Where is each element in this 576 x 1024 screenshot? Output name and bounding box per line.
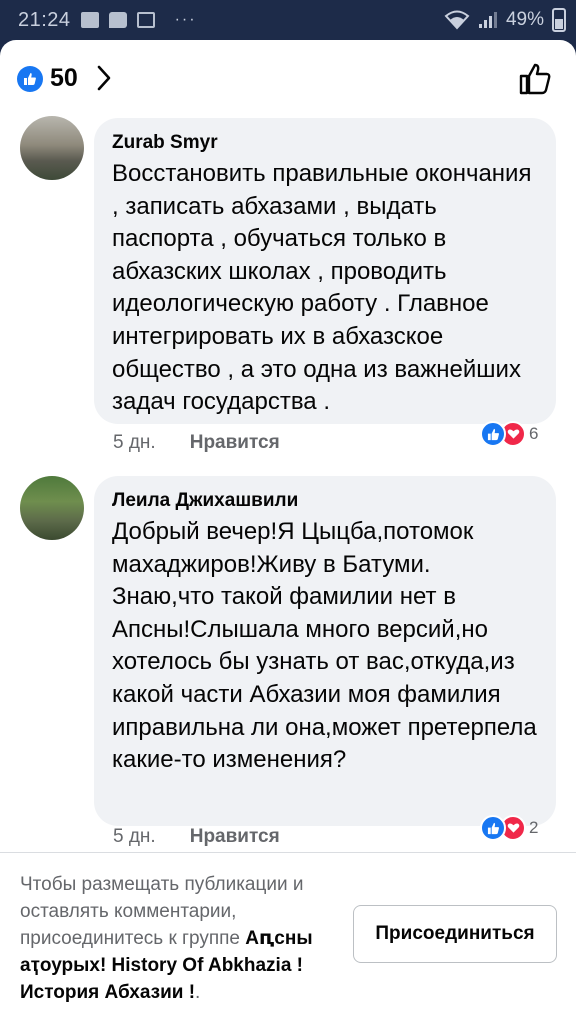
- reaction-count: 6: [529, 424, 539, 443]
- comments-sheet: 50 Zurab Smyr Восстановить правильные ок…: [0, 40, 576, 1024]
- status-time: 21:24: [18, 8, 71, 31]
- comment-reactions[interactable]: 2: [480, 815, 538, 841]
- reactions-header[interactable]: 50: [0, 40, 576, 118]
- like-comment-button[interactable]: Нравится: [190, 826, 280, 848]
- reaction-count: 2: [529, 818, 539, 837]
- message-notification-icon: [108, 12, 127, 28]
- like-count[interactable]: 50: [50, 64, 78, 93]
- comment-bubble[interactable]: Zurab Smyr Восстановить правильные оконч…: [94, 118, 556, 424]
- avatar[interactable]: [20, 476, 84, 540]
- join-prompt-suffix: .: [195, 982, 201, 1003]
- comment-text: Добрый вечер!Я Цыцба,потомок махаджиров!…: [112, 518, 537, 774]
- chevron-right-icon[interactable]: [96, 64, 112, 92]
- comment-actions: 5 дн. Нравится: [113, 432, 280, 454]
- status-bar: 21:24 ··· 49%: [0, 0, 576, 40]
- comment-reactions[interactable]: 6: [480, 421, 538, 447]
- wifi-icon: [444, 10, 470, 30]
- join-prompt: Чтобы размещать публикации и оставлять к…: [20, 871, 340, 1006]
- like-reaction-icon: [480, 815, 506, 841]
- thumbs-up-outline-icon[interactable]: [518, 62, 552, 96]
- battery-percent: 49%: [505, 9, 544, 30]
- like-icon: [17, 66, 43, 92]
- signal-icon: [478, 12, 497, 28]
- comment-actions: 5 дн. Нравится: [113, 826, 280, 848]
- comment-time[interactable]: 5 дн.: [113, 432, 156, 454]
- comment-author[interactable]: Леила Джихашвили: [112, 490, 538, 512]
- join-group-button[interactable]: Присоединиться: [353, 905, 557, 963]
- like-comment-button[interactable]: Нравится: [190, 432, 280, 454]
- comment-bubble[interactable]: Леила Джихашвили Добрый вечер!Я Цыцба,по…: [94, 476, 556, 826]
- comment-time[interactable]: 5 дн.: [113, 826, 156, 848]
- facebook-notification-icon: [80, 12, 99, 28]
- more-notifications-icon: ···: [174, 11, 197, 28]
- comment-text: Восстановить правильные окончания , запи…: [112, 160, 532, 416]
- comment-author[interactable]: Zurab Smyr: [112, 132, 538, 154]
- battery-icon: [552, 8, 566, 32]
- gallery-notification-icon: [136, 12, 155, 28]
- like-reaction-icon: [480, 421, 506, 447]
- avatar[interactable]: [20, 116, 84, 180]
- join-group-bar: Чтобы размещать публикации и оставлять к…: [0, 852, 576, 1024]
